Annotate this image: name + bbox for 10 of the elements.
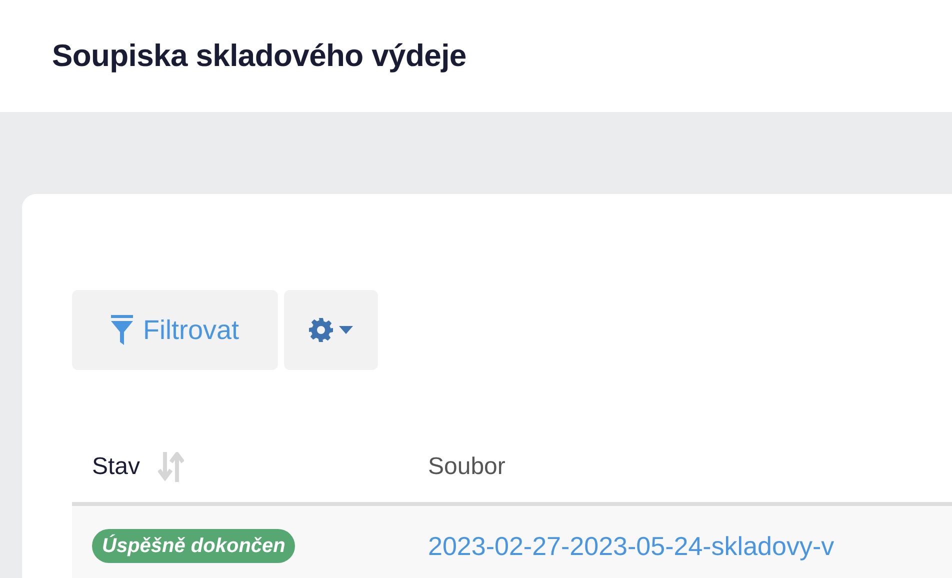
filter-icon [110, 315, 133, 345]
status-badge: Úspěšně dokončen [92, 529, 296, 563]
column-header[interactable]: Stav [92, 449, 140, 485]
settings-dropdown-button[interactable] [284, 290, 378, 370]
file-link[interactable]: 2023-02-27-2023-05-24-skladovy-v [428, 526, 834, 566]
column-header: Soubor [428, 452, 506, 482]
page-title: Soupiska skladového výdeje [52, 36, 466, 75]
filter-button[interactable]: Filtrovat [72, 290, 278, 370]
settings-icon [309, 318, 333, 342]
caret-icon [339, 326, 353, 334]
